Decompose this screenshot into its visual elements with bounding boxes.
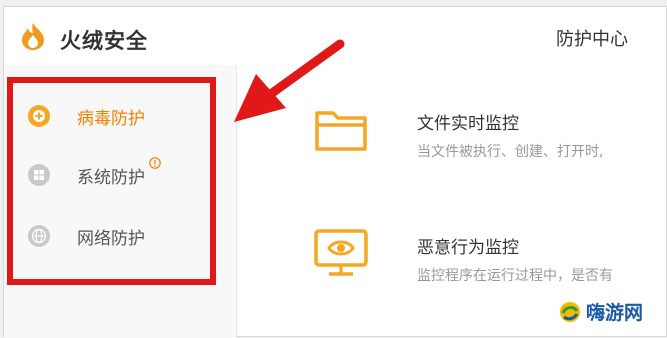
app-title: 火绒安全 [60,29,148,53]
watermark-text: 嗨游网 [586,302,644,324]
feature-title: 文件实时监控 [417,114,519,134]
monitor-eye-icon [314,229,368,276]
huorong-logo-icon [22,23,44,50]
red-arrow-icon [234,39,345,122]
feature-desc: 当文件被执行、创建、打开时, [417,144,604,160]
highlight-box [7,77,216,285]
watermark: 嗨游网 [558,298,643,325]
feature-desc: 监控程序在运行过程中，是否有 [417,268,613,284]
feature-title: 恶意行为监控 [417,238,519,258]
page-title: 防护中心 [556,29,628,50]
site-logo-icon [560,301,580,322]
